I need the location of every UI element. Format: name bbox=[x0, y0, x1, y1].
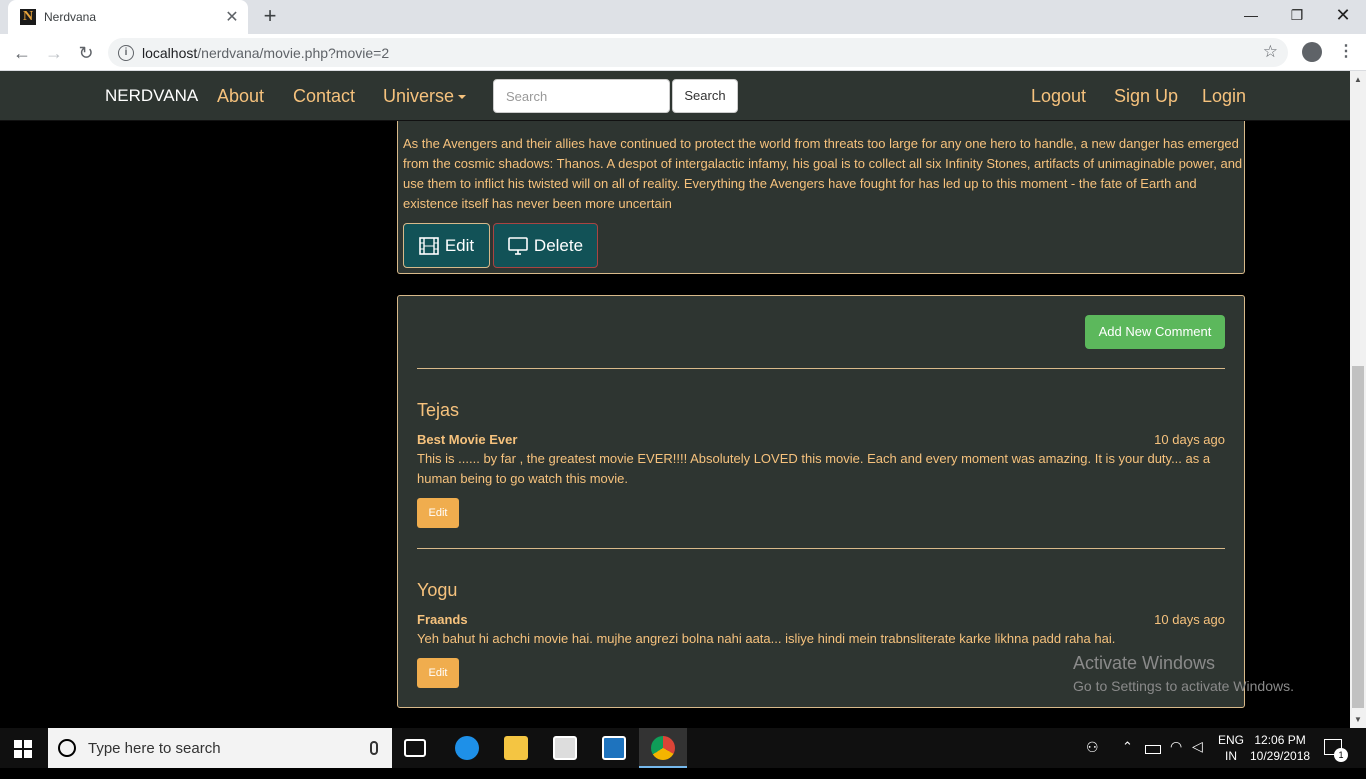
windows-start-icon[interactable] bbox=[14, 740, 32, 758]
comment-body: This is ...... by far , the greatest mov… bbox=[417, 451, 1211, 486]
site-navbar: NERDVANA About Contact Universe Search L… bbox=[0, 71, 1350, 121]
bookmark-star-icon[interactable]: ☆ bbox=[1263, 42, 1278, 62]
search-input[interactable] bbox=[493, 79, 670, 113]
microphone-icon[interactable] bbox=[370, 741, 378, 755]
scroll-down-arrow-icon[interactable]: ▼ bbox=[1354, 715, 1362, 724]
delete-movie-button[interactable]: Delete bbox=[493, 223, 598, 268]
people-icon[interactable]: ⚇ bbox=[1086, 739, 1099, 779]
chrome-icon bbox=[651, 736, 675, 760]
monitor-icon bbox=[508, 236, 528, 255]
movie-synopsis: As the Avengers and their allies have co… bbox=[403, 136, 1243, 211]
address-bar[interactable]: i localhost/nerdvana/movie.php?movie=2 ☆ bbox=[108, 38, 1288, 67]
activate-windows-watermark: Activate Windows Go to Settings to activ… bbox=[1073, 653, 1294, 694]
nav-contact-link[interactable]: Contact bbox=[293, 86, 355, 107]
file-explorer-icon[interactable] bbox=[504, 736, 528, 760]
restore-icon[interactable]: ❐ bbox=[1274, 0, 1320, 30]
edit-movie-button[interactable]: Edit bbox=[403, 223, 490, 268]
nav-login-link[interactable]: Login bbox=[1202, 86, 1246, 107]
caret-down-icon bbox=[458, 95, 467, 100]
clock-time: 12:06 PM bbox=[1254, 733, 1306, 747]
clock-date: 10/29/2018 bbox=[1250, 749, 1311, 763]
page-scrollbar[interactable]: ▲ ▼ bbox=[1350, 71, 1366, 728]
site-favicon-icon: N bbox=[20, 9, 36, 25]
language-indicator[interactable]: ENG IN bbox=[1218, 732, 1244, 764]
account-avatar-icon[interactable] bbox=[1302, 42, 1322, 62]
comment-divider bbox=[417, 368, 1225, 369]
comment-divider bbox=[417, 548, 1225, 549]
nav-universe-label: Universe bbox=[383, 86, 455, 106]
nav-signup-link[interactable]: Sign Up bbox=[1114, 86, 1178, 107]
taskbar-clock[interactable]: 12:06 PM 10/29/2018 bbox=[1250, 732, 1310, 764]
app-icon[interactable] bbox=[602, 736, 626, 760]
reload-icon[interactable]: ↻ bbox=[72, 39, 100, 67]
url-text: localhost/nerdvana/movie.php?movie=2 bbox=[142, 45, 389, 61]
watermark-subtitle: Go to Settings to activate Windows. bbox=[1073, 678, 1294, 694]
store-icon[interactable] bbox=[553, 736, 577, 760]
back-arrow-icon[interactable]: ← bbox=[8, 39, 36, 67]
language-code: ENG bbox=[1218, 733, 1245, 747]
movie-details-panel: As the Avengers and their allies have co… bbox=[397, 111, 1245, 274]
tab-title: Nerdvana bbox=[44, 10, 97, 24]
brand-logo[interactable]: NERDVANA bbox=[105, 86, 198, 106]
windows-taskbar: Type here to search ⚇ ⌃ ◠ ◁ ENG IN 12:06… bbox=[0, 728, 1366, 768]
taskbar-search-placeholder: Type here to search bbox=[88, 739, 221, 757]
comment-timestamp: 10 days ago bbox=[1154, 612, 1225, 627]
battery-icon[interactable] bbox=[1145, 745, 1161, 754]
tab-close-icon[interactable]: ✕ bbox=[220, 7, 244, 27]
taskbar-search-box[interactable]: Type here to search bbox=[48, 728, 392, 768]
comments-panel: Add New Comment Tejas Best Movie Ever 10… bbox=[397, 295, 1245, 708]
watermark-title: Activate Windows bbox=[1073, 653, 1216, 673]
site-info-icon[interactable]: i bbox=[118, 44, 134, 61]
comment-timestamp: 10 days ago bbox=[1154, 432, 1225, 447]
minimize-icon[interactable]: — bbox=[1228, 0, 1274, 30]
nav-logout-link[interactable]: Logout bbox=[1031, 86, 1086, 107]
page-viewport: As the Avengers and their allies have co… bbox=[0, 71, 1350, 728]
scrollbar-thumb[interactable] bbox=[1352, 366, 1364, 708]
volume-icon[interactable]: ◁ bbox=[1192, 738, 1203, 778]
edit-comment-button[interactable]: Edit bbox=[417, 658, 459, 688]
edit-comment-button[interactable]: Edit bbox=[417, 498, 459, 528]
edit-movie-label: Edit bbox=[444, 235, 475, 255]
comment-title: Best Movie Ever bbox=[417, 432, 518, 447]
film-icon bbox=[419, 236, 439, 255]
wifi-icon[interactable]: ◠ bbox=[1170, 738, 1182, 778]
cortana-icon bbox=[58, 739, 76, 757]
comment-author: Tejas bbox=[417, 400, 460, 420]
browser-tab[interactable]: N Nerdvana ✕ bbox=[8, 0, 248, 34]
add-new-comment-button[interactable]: Add New Comment bbox=[1085, 315, 1225, 349]
notification-count-badge: 1 bbox=[1334, 748, 1348, 762]
browser-toolbar: ← → ↻ i localhost/nerdvana/movie.php?mov… bbox=[0, 34, 1366, 71]
comment-author: Yogu bbox=[417, 580, 458, 600]
browser-menu-icon[interactable]: ⋮ bbox=[1338, 41, 1354, 61]
comment-title: Fraands bbox=[417, 612, 468, 627]
url-path: /nerdvana/movie.php?movie=2 bbox=[197, 44, 390, 61]
comment-body: Yeh bahut hi achchi movie hai. mujhe ang… bbox=[417, 631, 1116, 646]
nav-about-link[interactable]: About bbox=[217, 86, 264, 107]
nav-universe-dropdown[interactable]: Universe bbox=[383, 86, 467, 107]
task-view-icon[interactable] bbox=[404, 739, 426, 757]
delete-movie-label: Delete bbox=[533, 235, 584, 255]
forward-arrow-icon[interactable]: → bbox=[40, 39, 68, 67]
browser-tab-strip: N Nerdvana ✕ + — ❐ ✕ bbox=[0, 0, 1366, 34]
window-close-icon[interactable]: ✕ bbox=[1320, 0, 1366, 30]
new-tab-plus-icon[interactable]: + bbox=[258, 4, 282, 28]
language-region: IN bbox=[1225, 749, 1237, 763]
url-host: localhost bbox=[142, 44, 198, 61]
chevron-up-icon[interactable]: ⌃ bbox=[1122, 739, 1133, 779]
edge-browser-icon[interactable] bbox=[455, 736, 479, 760]
scroll-up-arrow-icon[interactable]: ▲ bbox=[1354, 75, 1362, 84]
search-button[interactable]: Search bbox=[672, 79, 738, 113]
